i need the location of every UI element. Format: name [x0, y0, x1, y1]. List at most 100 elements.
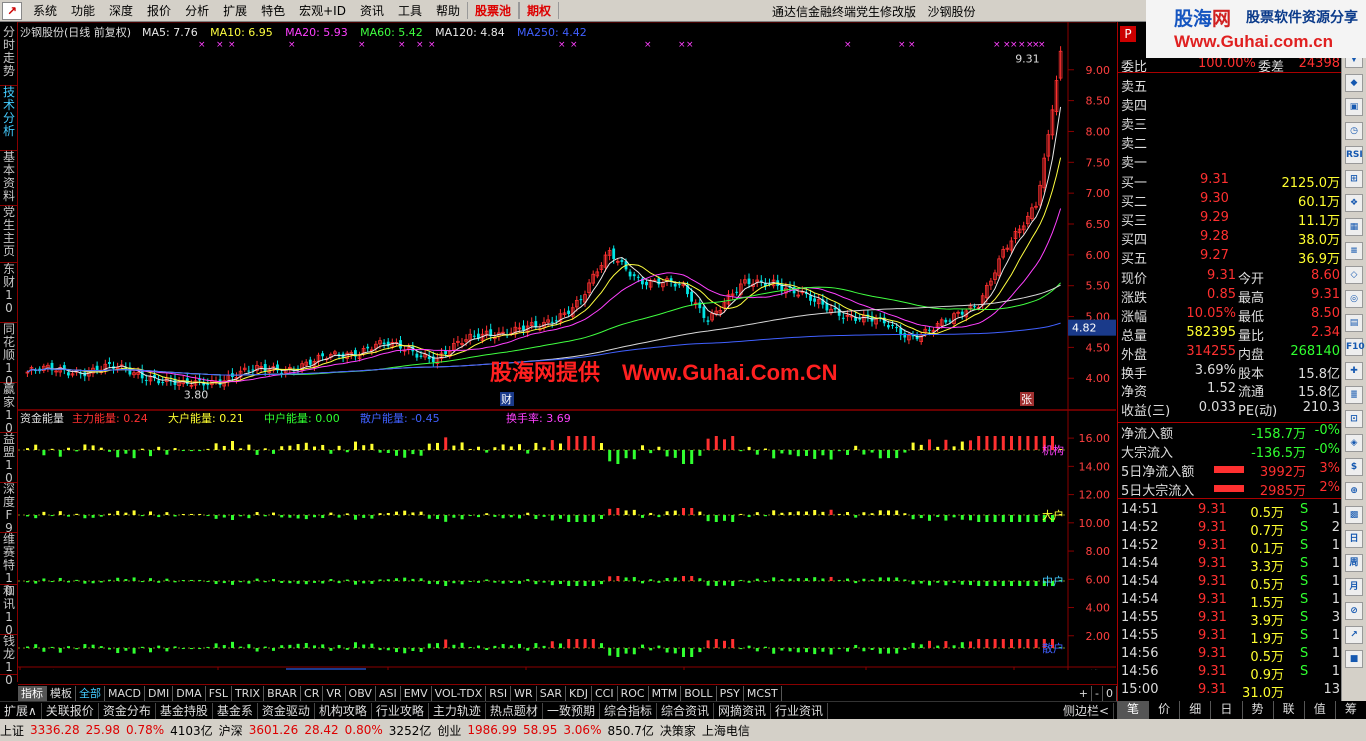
indicator-tab[interactable]: BRAR	[264, 685, 302, 701]
left-tab[interactable]: 益盟10	[0, 433, 18, 485]
left-tab[interactable]: 东财10	[0, 263, 18, 323]
left-tab[interactable]: 分时走势	[0, 26, 18, 86]
server-label[interactable]: 上海电信	[702, 722, 750, 739]
options-button[interactable]: 期权	[519, 2, 560, 19]
left-tab[interactable]: 同花顺10	[0, 323, 18, 388]
toolbar-button[interactable]: 月	[1345, 578, 1363, 596]
quote-bottom-tab[interactable]: 价	[1148, 701, 1179, 719]
toolbar-button[interactable]: ≡	[1345, 242, 1363, 260]
indicator-tab[interactable]: ROC	[618, 685, 649, 701]
toolbar-button[interactable]: ▣	[1345, 98, 1363, 116]
side-panel-toggle[interactable]: 侧边栏<	[1059, 702, 1114, 719]
toolbar-button[interactable]: ◆	[1345, 74, 1363, 92]
toolbar-button[interactable]: 周	[1345, 554, 1363, 572]
toolbar-button[interactable]: ◇	[1345, 266, 1363, 284]
toolbar-button[interactable]: ◈	[1345, 434, 1363, 452]
menu-item-function[interactable]: 功能	[64, 2, 102, 19]
indicator-tab[interactable]: RSI	[486, 685, 512, 701]
toolbar-button[interactable]: ▩	[1345, 506, 1363, 524]
zoom-button[interactable]: -	[1092, 685, 1103, 701]
category-tab[interactable]: 综合指标	[600, 702, 657, 719]
category-tab[interactable]: 热点题材	[486, 702, 543, 719]
quote-bottom-tab[interactable]: 值	[1303, 701, 1335, 719]
menu-item-news[interactable]: 资讯	[353, 2, 391, 19]
left-tab[interactable]: 和讯10	[0, 585, 18, 637]
toolbar-button[interactable]: 日	[1345, 530, 1363, 548]
toolbar-button[interactable]: $	[1345, 458, 1363, 476]
left-tab[interactable]: 党生主页	[0, 206, 18, 263]
indicator-tab[interactable]: PSY	[717, 685, 744, 701]
category-tab[interactable]: 行业资讯	[771, 702, 829, 719]
category-tab[interactable]: 基金持股	[156, 702, 213, 719]
category-tab[interactable]: 主力轨迹	[429, 702, 486, 719]
p-icon[interactable]: P	[1120, 26, 1136, 42]
toolbar-button[interactable]: ⊕	[1345, 482, 1363, 500]
quote-bottom-tab[interactable]: 势	[1241, 701, 1273, 719]
indicator-tab[interactable]: SAR	[537, 685, 567, 701]
category-tab[interactable]: 机构攻略	[315, 702, 372, 719]
quote-bottom-tab[interactable]: 筹	[1334, 701, 1366, 719]
sz-index-label[interactable]: 沪深	[219, 722, 243, 739]
ad-label[interactable]: 决策家	[660, 722, 696, 739]
indicator-tab[interactable]: CCI	[592, 685, 618, 701]
menu-item-analysis[interactable]: 分析	[178, 2, 216, 19]
indicator-tab[interactable]: 模板	[47, 685, 76, 701]
indicator-tab[interactable]: VOL-TDX	[432, 685, 487, 701]
toolbar-button[interactable]: ❖	[1345, 194, 1363, 212]
category-tab[interactable]: 基金系	[213, 702, 258, 719]
toolbar-button[interactable]: ▤	[1345, 314, 1363, 332]
indicator-tab[interactable]: MACD	[105, 685, 145, 701]
menu-item-extend[interactable]: 扩展	[216, 2, 254, 19]
zoom-button[interactable]: +	[1076, 685, 1093, 701]
left-tab[interactable]: 技术分析	[0, 86, 18, 151]
category-tab[interactable]: 资金驱动	[258, 702, 315, 719]
category-tab[interactable]: 扩展∧	[0, 702, 42, 719]
sh-index-label[interactable]: 上证	[0, 722, 24, 739]
indicator-tab[interactable]: MCST	[744, 685, 782, 701]
menu-item-tools[interactable]: 工具	[391, 2, 429, 19]
indicator-tab[interactable]: EMV	[401, 685, 432, 701]
toolbar-button[interactable]: F10	[1345, 338, 1365, 356]
toolbar-button[interactable]: ⊡	[1345, 410, 1363, 428]
toolbar-button[interactable]: RSI	[1345, 146, 1363, 164]
toolbar-button[interactable]: ⊘	[1345, 602, 1363, 620]
quote-bottom-tab[interactable]: 联	[1272, 701, 1304, 719]
zoom-button[interactable]: 0	[1103, 685, 1117, 701]
left-tab[interactable]: 深度F9	[0, 483, 18, 535]
category-tab[interactable]: 一致预期	[543, 702, 600, 719]
toolbar-button[interactable]: ≣	[1345, 386, 1363, 404]
left-tab[interactable]: 基本资料	[0, 151, 18, 206]
category-tab[interactable]: 资金分布	[99, 702, 156, 719]
left-tab[interactable]: 维赛特10	[0, 533, 18, 598]
toolbar-button[interactable]: ◷	[1345, 122, 1363, 140]
indicator-tab[interactable]: CR	[301, 685, 324, 701]
category-tab[interactable]: 关联报价	[42, 702, 99, 719]
indicator-tab[interactable]: 全部	[76, 685, 105, 701]
toolbar-button[interactable]: ↗	[1345, 626, 1363, 644]
quote-bottom-tab[interactable]: 日	[1210, 701, 1241, 719]
cy-index-label[interactable]: 创业	[437, 722, 461, 739]
left-tab[interactable]: 赢家10	[0, 383, 18, 435]
left-tab[interactable]: 钱龙10	[0, 635, 18, 687]
indicator-tab[interactable]: OBV	[346, 685, 376, 701]
menu-item-feature[interactable]: 特色	[254, 2, 292, 19]
indicator-tab[interactable]: MTM	[649, 685, 682, 701]
toolbar-button[interactable]: ■	[1345, 650, 1363, 668]
toolbar-button[interactable]: ✚	[1345, 362, 1363, 380]
category-tab[interactable]: 综合资讯	[657, 702, 714, 719]
indicator-tab[interactable]: ASI	[376, 685, 401, 701]
indicator-tab[interactable]: VR	[323, 685, 346, 701]
indicator-tab[interactable]: 指标	[18, 685, 47, 701]
indicator-tab[interactable]: FSL	[206, 685, 232, 701]
indicator-tab[interactable]: TRIX	[232, 685, 265, 701]
indicator-tab[interactable]: KDJ	[566, 685, 592, 701]
indicator-tab[interactable]: DMI	[145, 685, 174, 701]
menu-item-system[interactable]: 系统	[26, 2, 64, 19]
indicator-tab[interactable]: BOLL	[681, 685, 717, 701]
quote-bottom-tab[interactable]: 笔	[1117, 701, 1149, 719]
kline-chart[interactable]: 9.008.508.007.507.006.506.005.505.004.50…	[18, 22, 1116, 670]
indicator-tab[interactable]: DMA	[173, 685, 206, 701]
toolbar-button[interactable]: ⊞	[1345, 170, 1363, 188]
menu-item-macro[interactable]: 宏观+ID	[292, 2, 353, 19]
menu-item-quote[interactable]: 报价	[140, 2, 178, 19]
